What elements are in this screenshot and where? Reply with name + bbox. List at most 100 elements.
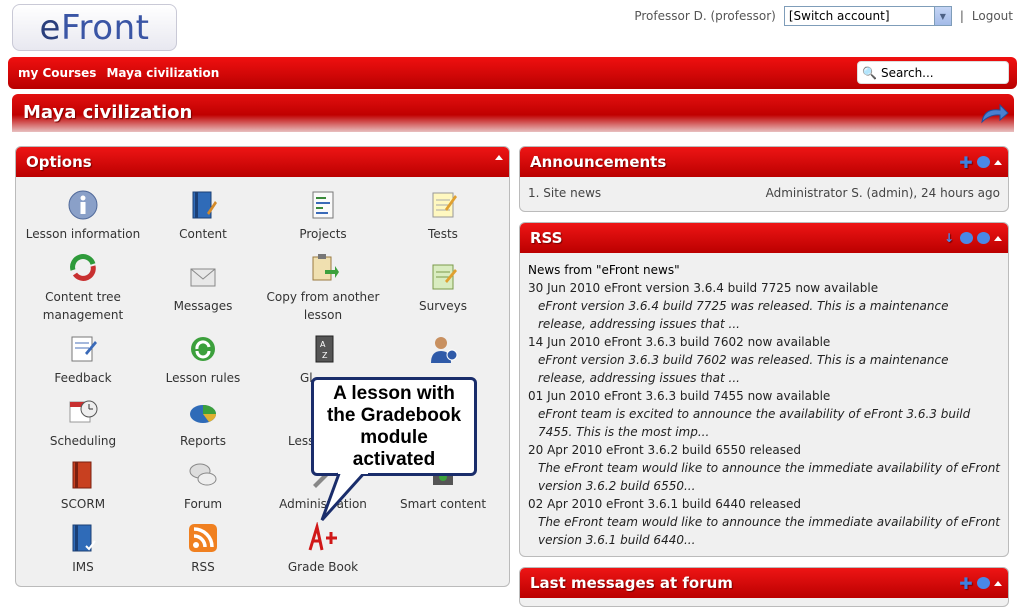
callout-line: the Gradebook — [326, 404, 462, 426]
option-label: RSS — [191, 560, 215, 574]
go-to-icon[interactable] — [977, 577, 990, 589]
scorm-book-icon — [72, 461, 92, 489]
svg-text:Z: Z — [322, 351, 328, 360]
option-label: Forum — [183, 497, 223, 511]
option-reports[interactable]: Reports — [138, 396, 268, 450]
option-lesson-rules[interactable]: Lesson rules — [138, 333, 268, 387]
grade-a-plus-icon — [308, 522, 337, 551]
user-area: Professor D. (professor) [Switch account… — [634, 6, 1013, 26]
option-label: Surveys — [419, 299, 467, 313]
rss-item-desc: The eFront team would like to announce t… — [538, 515, 1001, 547]
switch-account-select[interactable]: [Switch account] ▼ — [783, 6, 952, 26]
callout-line: activated — [352, 448, 436, 470]
glossary-icon: AZ — [315, 335, 334, 363]
rss-source: News from "eFront news" — [528, 263, 680, 277]
rss-title: RSS — [530, 229, 563, 247]
option-scorm[interactable]: SCORM — [18, 459, 148, 513]
header-separator: | — [959, 9, 964, 23]
option-tests[interactable]: Tests — [378, 189, 508, 243]
breadcrumb-my-courses[interactable]: my Courses — [18, 66, 96, 80]
rss-item[interactable]: 02 Apr 2010 eFront 3.6.1 build 6440 rele… — [528, 495, 1000, 549]
option-label: Lesson rules — [165, 371, 241, 385]
option-label: Scheduling — [49, 434, 117, 448]
option-content[interactable]: Content — [138, 189, 268, 243]
rss-item[interactable]: 14 Jun 2010 eFront 3.6.3 build 7602 now … — [528, 333, 1000, 387]
announcements-header: Announcements ✚ — [520, 147, 1008, 177]
collapse-icon[interactable] — [994, 235, 1002, 241]
go-back-icon[interactable] — [978, 102, 1010, 126]
rss-item-title[interactable]: 14 Jun 2010 eFront 3.6.3 build 7602 now … — [528, 333, 1000, 351]
rss-item[interactable]: 01 Jun 2010 eFront 3.6.3 build 7455 now … — [528, 387, 1000, 441]
logout-link[interactable]: Logout — [972, 9, 1013, 23]
option-ims[interactable]: IMS — [18, 522, 148, 576]
callout-annotation: A lesson with the Gradebook module activ… — [311, 377, 477, 476]
option-copy-from-another-lesson[interactable]: Copy from another lesson — [258, 252, 388, 324]
project-chart-icon — [312, 191, 334, 219]
announcement-row[interactable]: 1. Site news Administrator S. (admin), 2… — [520, 177, 1008, 200]
rss-header: RSS ↓ — [520, 223, 1008, 253]
survey-icon — [432, 264, 457, 290]
user-label: Professor D. (professor) — [634, 9, 776, 23]
option-forum[interactable]: Forum — [138, 459, 268, 513]
search-input[interactable]: 🔍 Search... — [857, 61, 1009, 84]
rss-item[interactable]: 20 Apr 2010 eFront 3.6.2 build 6550 rele… — [528, 441, 1000, 495]
option-lesson-information[interactable]: Lesson information — [18, 189, 148, 243]
go-to-icon[interactable] — [977, 232, 990, 244]
download-arrow-icon[interactable]: ↓ — [942, 231, 956, 245]
recycle-tree-icon — [70, 254, 96, 281]
rss-item-desc: eFront version 3.6.3 build 7602 was rele… — [538, 353, 949, 385]
forum-panel: Last messages at forum ✚ — [519, 567, 1009, 607]
option-label: SCORM — [60, 497, 106, 511]
chevron-down-icon[interactable]: ▼ — [933, 7, 951, 25]
announcement-title[interactable]: 1. Site news — [528, 186, 601, 200]
option-user-info[interactable] — [378, 333, 508, 369]
rss-item-title[interactable]: 20 Apr 2010 eFront 3.6.2 build 6550 rele… — [528, 441, 1000, 459]
callout-pointer — [320, 470, 368, 522]
go-to-icon[interactable] — [977, 156, 990, 168]
page-title-bar: Maya civilization — [12, 94, 1014, 132]
rss-item-title[interactable]: 30 Jun 2010 eFront version 3.6.4 build 7… — [528, 279, 1000, 297]
pie-chart-icon — [190, 405, 217, 423]
option-scheduling[interactable]: Scheduling — [18, 396, 148, 450]
option-messages[interactable]: Messages — [138, 261, 268, 315]
option-content-tree-management[interactable]: Content tree management — [18, 252, 148, 324]
efront-logo[interactable]: e Front — [12, 4, 177, 51]
collapse-icon[interactable] — [994, 159, 1002, 165]
test-notepad-icon — [432, 192, 457, 218]
collapse-icon[interactable] — [994, 580, 1002, 586]
logo-front: Front — [60, 7, 150, 48]
add-icon[interactable]: ✚ — [959, 574, 973, 593]
rss-icon — [189, 524, 217, 552]
breadcrumb-lesson[interactable]: Maya civilization — [106, 66, 219, 80]
page-title: Maya civilization — [23, 102, 193, 123]
rss-item-title[interactable]: 02 Apr 2010 eFront 3.6.1 build 6440 rele… — [528, 495, 1000, 513]
rss-item[interactable]: 30 Jun 2010 eFront version 3.6.4 build 7… — [528, 279, 1000, 333]
callout-line: module — [360, 426, 428, 448]
option-surveys[interactable]: Surveys — [378, 261, 508, 315]
option-label: Tests — [428, 227, 458, 241]
rss-item-title[interactable]: 01 Jun 2010 eFront 3.6.3 build 7455 now … — [528, 387, 1000, 405]
rss-item-desc: The eFront team would like to announce t… — [538, 461, 1001, 493]
announcements-panel: Announcements ✚ 1. Site news Administrat… — [519, 146, 1009, 212]
svg-text:A: A — [320, 340, 326, 349]
collapse-icon[interactable] — [495, 155, 503, 160]
option-label: Lesson information — [25, 227, 141, 241]
switch-account-value: [Switch account] — [788, 9, 890, 23]
user-info-icon — [431, 337, 458, 363]
feedback-icon — [71, 336, 97, 362]
top-navbar: my Courses Maya civilization 🔍 Search... — [8, 57, 1017, 89]
option-projects[interactable]: Projects — [258, 189, 388, 243]
rss-panel: RSS ↓ News from "eFront news" 30 Jun 201… — [519, 222, 1009, 557]
option-label: Reports — [179, 434, 227, 448]
add-icon[interactable]: ✚ — [959, 153, 973, 172]
option-grade-book[interactable]: Grade Book — [258, 522, 388, 576]
option-rss[interactable]: RSS — [138, 522, 268, 576]
rss-item-desc: eFront version 3.6.4 build 7725 was rele… — [538, 299, 949, 331]
option-label: Content — [179, 227, 227, 241]
option-label: IMS — [72, 560, 94, 574]
refresh-icon[interactable] — [960, 232, 973, 244]
option-feedback[interactable]: Feedback — [18, 333, 148, 387]
options-header: Options — [16, 147, 509, 177]
options-title: Options — [26, 153, 92, 171]
rss-item-desc: eFront team is excited to announce the a… — [538, 407, 971, 439]
